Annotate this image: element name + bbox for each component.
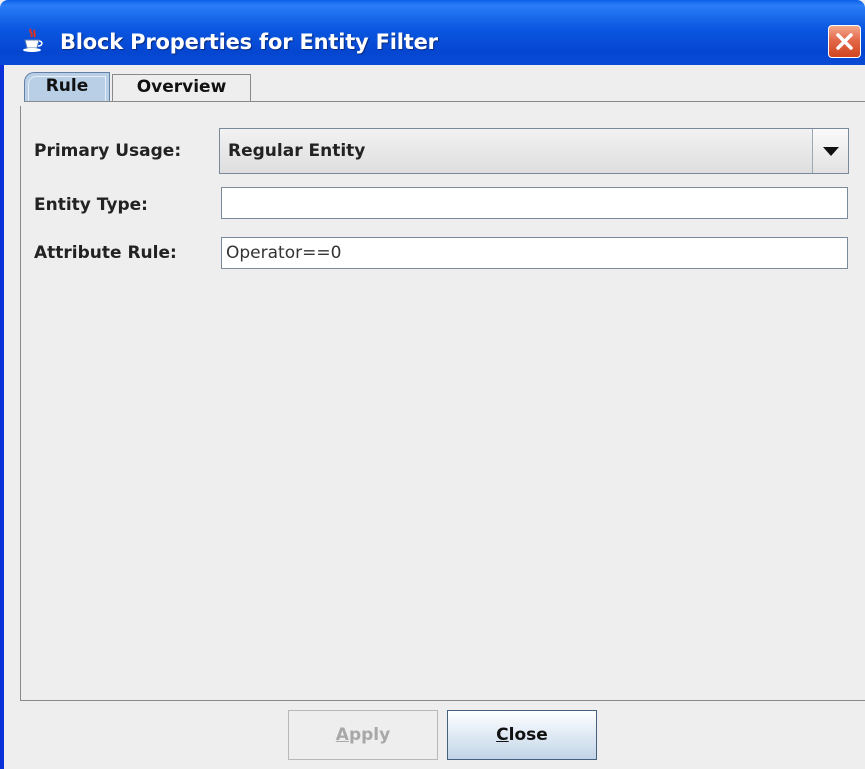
- dropdown-arrow-button[interactable]: [812, 129, 848, 173]
- tab-rule[interactable]: Rule: [24, 72, 110, 101]
- attribute-rule-label: Attribute Rule:: [34, 243, 177, 263]
- apply-label-rest: pply: [348, 725, 391, 745]
- primary-usage-value: Regular Entity: [228, 141, 366, 161]
- title-bar[interactable]: Block Properties for Entity Filter: [0, 0, 865, 65]
- dialog-window: Block Properties for Entity Filter Rule …: [0, 0, 865, 769]
- window-frame-left: [0, 65, 4, 769]
- primary-usage-dropdown[interactable]: Regular Entity: [219, 128, 849, 174]
- java-cup-icon: [23, 28, 43, 52]
- entity-type-label: Entity Type:: [34, 195, 148, 215]
- primary-usage-label: Primary Usage:: [34, 141, 182, 161]
- window-close-button[interactable]: [828, 25, 861, 58]
- apply-button[interactable]: Apply: [288, 710, 438, 760]
- entity-type-input[interactable]: [221, 187, 848, 219]
- attribute-rule-input[interactable]: Operator==0: [221, 237, 848, 269]
- window-title: Block Properties for Entity Filter: [60, 30, 438, 54]
- close-button[interactable]: Close: [447, 710, 597, 760]
- apply-mnemonic: A: [335, 725, 349, 745]
- close-mnemonic: C: [496, 725, 509, 745]
- tab-divider: [24, 101, 865, 102]
- attribute-rule-value: Operator==0: [226, 243, 342, 263]
- chevron-down-icon: [823, 147, 839, 156]
- tab-overview[interactable]: Overview: [112, 74, 251, 101]
- close-label-rest: lose: [508, 725, 548, 745]
- close-x-icon: [836, 33, 853, 50]
